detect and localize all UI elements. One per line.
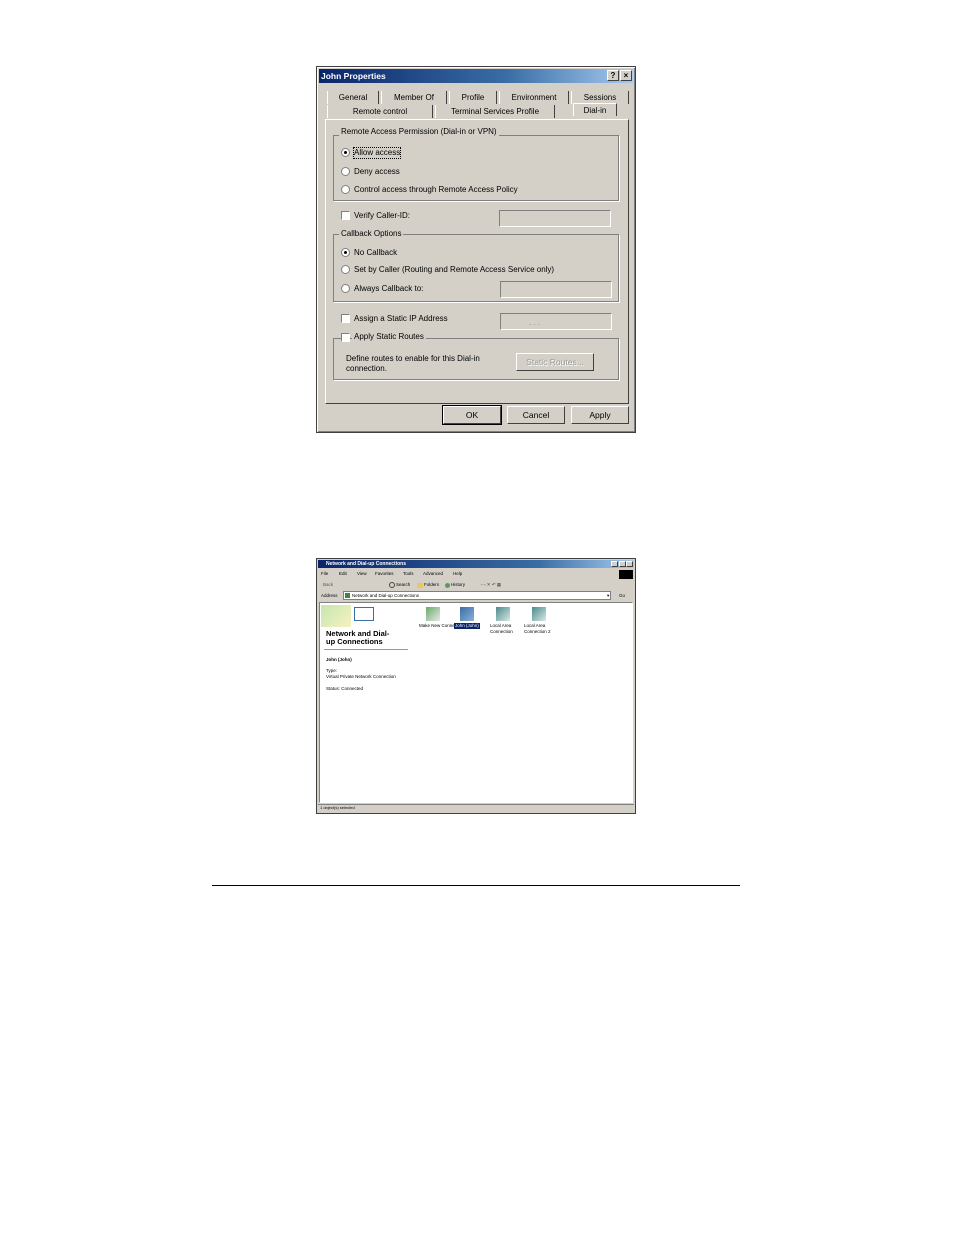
history-icon	[445, 583, 450, 588]
tab-dial-in[interactable]: Dial-in	[573, 103, 617, 116]
make-new-connection-icon[interactable]	[426, 607, 440, 621]
verify-caller-id-label: Verify Caller-ID:	[354, 211, 411, 220]
type-value: Virtual Private Network Connection	[326, 674, 396, 679]
address-folder-icon	[345, 593, 350, 598]
deny-access-label[interactable]: Deny access	[354, 167, 400, 177]
tab-profile[interactable]: Profile	[449, 91, 497, 104]
static-routes-button[interactable]: Static Routes...	[516, 353, 594, 371]
remote-access-title: Remote Access Permission (Dial-in or VPN…	[339, 127, 499, 137]
ip-dots: . . .	[529, 318, 541, 327]
network-connections-window: Network and Dial-up Connections File Edi…	[316, 558, 636, 814]
cancel-button[interactable]: Cancel	[507, 406, 565, 424]
static-routes-title: Apply Static Routes	[352, 332, 426, 342]
policy-access-label[interactable]: Control access through Remote Access Pol…	[354, 185, 518, 195]
set-by-caller-radio[interactable]	[341, 265, 350, 274]
status-bar: 1 object(s) selected	[318, 804, 634, 812]
panel-title-line2: up Connections	[326, 637, 383, 646]
menu-help[interactable]: Help	[453, 571, 462, 577]
tab-remote-control[interactable]: Remote control	[327, 105, 433, 118]
tab-member-of[interactable]: Member Of	[381, 91, 447, 104]
allow-access-radio[interactable]	[341, 148, 350, 157]
no-callback-label[interactable]: No Callback	[354, 248, 397, 258]
tab-general[interactable]: General	[327, 91, 379, 104]
status-bar-text: 1 object(s) selected	[320, 805, 355, 810]
allow-access-label[interactable]: Allow access	[352, 147, 402, 159]
address-dropdown-icon[interactable]: ▾	[607, 593, 609, 599]
lan-connection-2-icon[interactable]	[532, 607, 546, 621]
john-properties-dialog: John Properties ? × General Member Of Pr…	[316, 66, 636, 433]
lan-connection-icon[interactable]	[496, 607, 510, 621]
window-title: Network and Dial-up Connections	[326, 561, 407, 567]
address-value: Network and Dial-up Connections	[352, 593, 420, 598]
caller-id-field[interactable]	[499, 210, 611, 227]
panel-banner-window	[354, 607, 374, 621]
minimize-button[interactable]	[611, 561, 618, 567]
static-routes-checkbox[interactable]	[341, 333, 350, 342]
policy-access-radio[interactable]	[341, 185, 350, 194]
window-close-button[interactable]	[626, 561, 633, 567]
callback-number-field[interactable]	[500, 281, 612, 298]
selected-connection-name: John (John)	[326, 657, 352, 662]
menu-view[interactable]: View	[357, 571, 367, 577]
content-area: Network and Dial- up Connections John (J…	[319, 602, 633, 803]
search-button[interactable]: Search	[396, 582, 410, 588]
close-button[interactable]: ×	[620, 70, 632, 81]
verify-caller-id-checkbox[interactable]	[341, 211, 350, 220]
search-icon	[389, 582, 395, 588]
lan-connection-label[interactable]: Local Area Connection	[490, 623, 518, 635]
back-button[interactable]: Back	[323, 582, 333, 588]
history-button[interactable]: History	[451, 582, 465, 588]
menu-favorites[interactable]: Favorites	[375, 571, 394, 577]
static-ip-checkbox[interactable]	[341, 314, 350, 323]
no-callback-radio[interactable]	[341, 248, 350, 257]
windows-logo-icon	[619, 570, 633, 579]
ok-button[interactable]: OK	[442, 405, 502, 425]
panel-divider	[324, 649, 408, 650]
tab-terminal-services-profile[interactable]: Terminal Services Profile	[435, 105, 555, 118]
menu-edit[interactable]: Edit	[339, 571, 347, 577]
lan-connection-2-label[interactable]: Local Area Connection 2	[524, 623, 558, 635]
menu-advanced[interactable]: Advanced	[423, 571, 443, 577]
deny-access-radio[interactable]	[341, 167, 350, 176]
vpn-connection-label[interactable]: John (John)	[454, 623, 480, 629]
routes-desc-line1: Define routes to enable for this Dial-in	[346, 354, 480, 363]
status-value: Status: Connected	[326, 686, 364, 691]
apply-button[interactable]: Apply	[571, 406, 629, 424]
vpn-connection-icon[interactable]	[460, 607, 474, 621]
dialog-titlebar: John Properties ? ×	[319, 69, 633, 83]
static-ip-field[interactable]: . . .	[500, 313, 612, 330]
toolbar-extra-icons[interactable]: ▫ ▫ ✕ ↶ ▦	[481, 582, 501, 588]
menu-tools[interactable]: Tools	[403, 571, 414, 577]
tab-environment[interactable]: Environment	[499, 91, 569, 104]
window-titlebar: Network and Dial-up Connections	[318, 560, 634, 568]
address-label: Address	[321, 593, 338, 598]
go-button[interactable]: Go	[619, 593, 625, 599]
folders-icon	[417, 583, 423, 588]
dialog-title: John Properties	[321, 71, 386, 81]
help-button[interactable]: ?	[607, 70, 619, 81]
callback-options-title: Callback Options	[339, 229, 404, 239]
panel-banner-graphic	[321, 605, 351, 627]
maximize-button[interactable]	[619, 561, 626, 567]
static-ip-label: Assign a Static IP Address	[354, 314, 448, 323]
always-callback-label[interactable]: Always Callback to:	[354, 284, 423, 294]
page-rule	[212, 885, 740, 886]
set-by-caller-label[interactable]: Set by Caller (Routing and Remote Access…	[354, 265, 554, 275]
menu-file[interactable]: File	[321, 571, 328, 577]
address-field[interactable]: Network and Dial-up Connections	[343, 591, 611, 600]
always-callback-radio[interactable]	[341, 284, 350, 293]
routes-desc-line2: connection.	[346, 364, 387, 373]
folders-button[interactable]: Folders	[424, 582, 439, 588]
